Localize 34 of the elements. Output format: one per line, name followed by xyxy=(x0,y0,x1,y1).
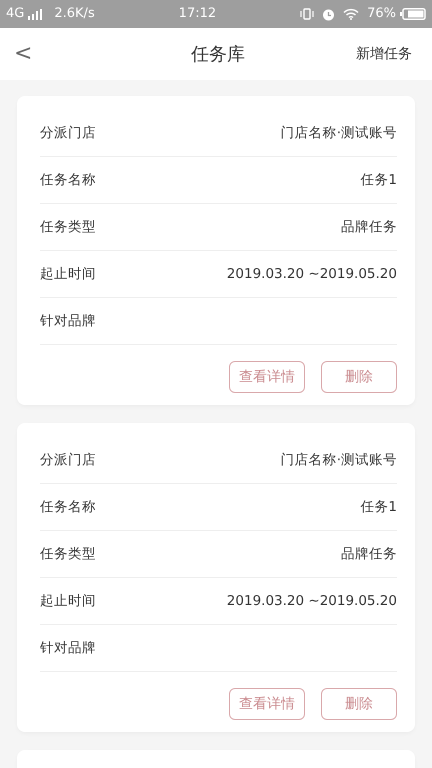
delete-button[interactable]: 删除 xyxy=(321,361,397,393)
back-button[interactable]: < xyxy=(14,43,32,65)
field-value: 2019.03.20 ~2019.05.20 xyxy=(226,264,397,284)
field-value: 品牌任务 xyxy=(341,218,397,237)
signal-icon xyxy=(28,8,42,20)
field-value: 门店名称·测试账号 xyxy=(280,124,397,143)
alarm-icon xyxy=(322,8,336,20)
field-label: 分派门店 xyxy=(40,450,96,470)
field-label: 起止时间 xyxy=(40,264,96,284)
field-value: 门店名称·测试账号 xyxy=(280,450,397,470)
field-value: 任务1 xyxy=(360,498,397,517)
battery-label: 76% xyxy=(367,5,396,24)
speed-label: 2.6K/s xyxy=(54,5,95,24)
wifi-icon xyxy=(343,8,360,20)
details-button[interactable]: 查看详情 xyxy=(229,688,305,720)
field-value: 任务1 xyxy=(360,170,397,190)
field-label: 任务名称 xyxy=(40,498,96,517)
field-label: 针对品牌 xyxy=(40,312,96,331)
field-label: 任务类型 xyxy=(40,218,96,237)
network-label: 4G xyxy=(6,5,24,24)
details-button[interactable]: 查看详情 xyxy=(229,361,305,393)
page-title: 任务库 xyxy=(191,42,246,66)
delete-button[interactable]: 删除 xyxy=(321,688,397,720)
field-label: 针对品牌 xyxy=(40,638,96,658)
status-time: 17:12 xyxy=(178,5,216,24)
field-label: 分派门店 xyxy=(40,124,96,143)
field-value: 2019.03.20 ~2019.05.20 xyxy=(226,592,397,611)
add-task-link[interactable]: 新增任务 xyxy=(356,44,412,64)
vibrate-icon xyxy=(300,8,314,20)
battery-icon xyxy=(400,8,426,20)
field-label: 任务类型 xyxy=(40,544,96,564)
field-value: 品牌任务 xyxy=(341,544,397,564)
field-label: 起止时间 xyxy=(40,592,96,611)
field-label: 任务名称 xyxy=(40,170,96,190)
